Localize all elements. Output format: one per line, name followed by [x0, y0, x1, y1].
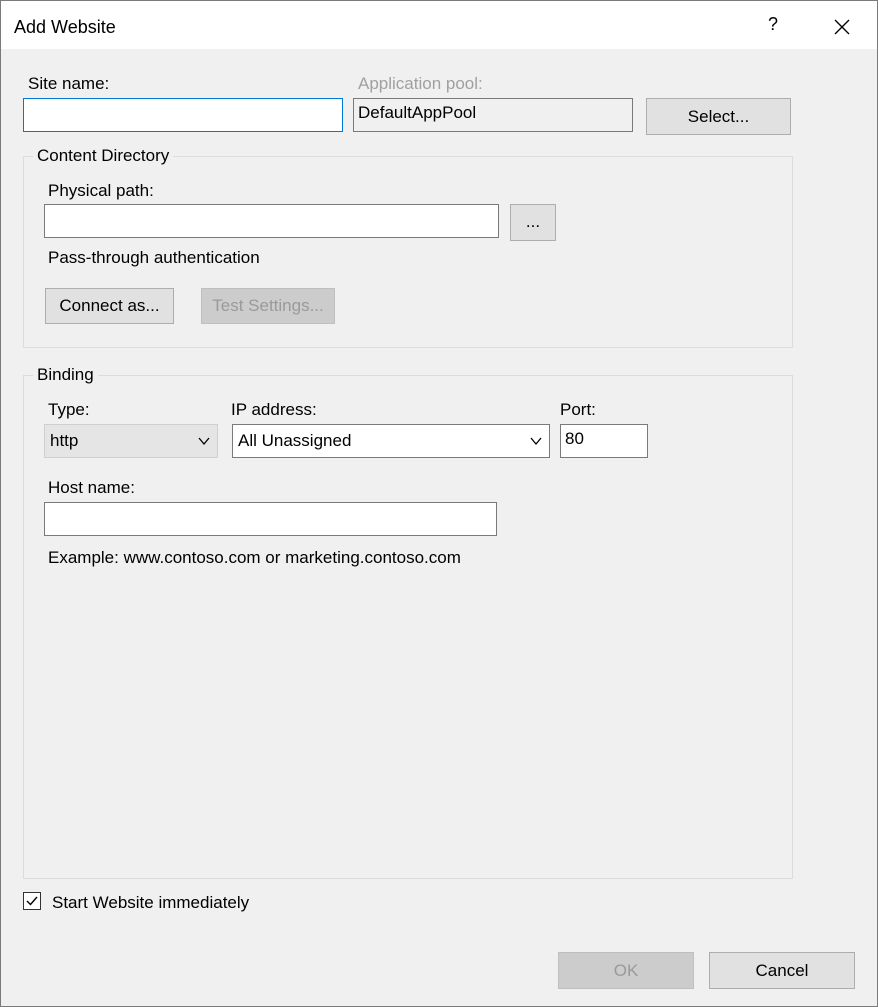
dialog-title: Add Website	[14, 17, 116, 37]
chevron-down-icon	[530, 437, 542, 446]
binding-legend: Binding	[33, 365, 98, 385]
host-name-input[interactable]	[44, 502, 497, 536]
passthrough-auth-label: Pass-through authentication	[48, 248, 260, 267]
physical-path-input[interactable]	[44, 204, 499, 238]
type-label: Type:	[48, 400, 90, 419]
ip-address-label: IP address:	[231, 400, 317, 419]
test-settings-button[interactable]: Test Settings...	[201, 288, 335, 324]
application-pool-label: Application pool:	[358, 74, 483, 93]
add-website-dialog: Add Website ? Site name: Application poo…	[0, 0, 878, 1007]
application-pool-field[interactable]: DefaultAppPool	[353, 98, 633, 132]
site-name-label: Site name:	[28, 74, 110, 93]
select-app-pool-button[interactable]: Select...	[646, 98, 791, 135]
title-bar[interactable]: Add Website ?	[1, 1, 877, 49]
close-icon[interactable]	[827, 12, 857, 42]
help-icon[interactable]: ?	[761, 14, 785, 40]
type-select[interactable]: http	[44, 424, 218, 458]
site-name-input[interactable]	[23, 98, 343, 132]
host-name-label: Host name:	[48, 478, 135, 497]
port-input[interactable]: 80	[560, 424, 648, 458]
host-name-example: Example: www.contoso.com or marketing.co…	[48, 548, 461, 567]
checkmark-icon	[26, 896, 38, 906]
ip-address-value: All Unassigned	[238, 431, 352, 450]
browse-path-button[interactable]: ...	[510, 204, 556, 241]
cancel-button[interactable]: Cancel	[709, 952, 855, 989]
content-directory-legend: Content Directory	[33, 146, 174, 166]
type-value: http	[50, 431, 79, 450]
connect-as-button[interactable]: Connect as...	[45, 288, 174, 324]
ok-button[interactable]: OK	[558, 952, 694, 989]
chevron-down-icon	[198, 437, 210, 446]
port-label: Port:	[560, 400, 596, 419]
physical-path-label: Physical path:	[48, 181, 154, 200]
start-immediately-checkbox[interactable]	[23, 892, 41, 910]
ip-address-select[interactable]: All Unassigned	[232, 424, 550, 458]
start-immediately-label[interactable]: Start Website immediately	[52, 893, 249, 913]
